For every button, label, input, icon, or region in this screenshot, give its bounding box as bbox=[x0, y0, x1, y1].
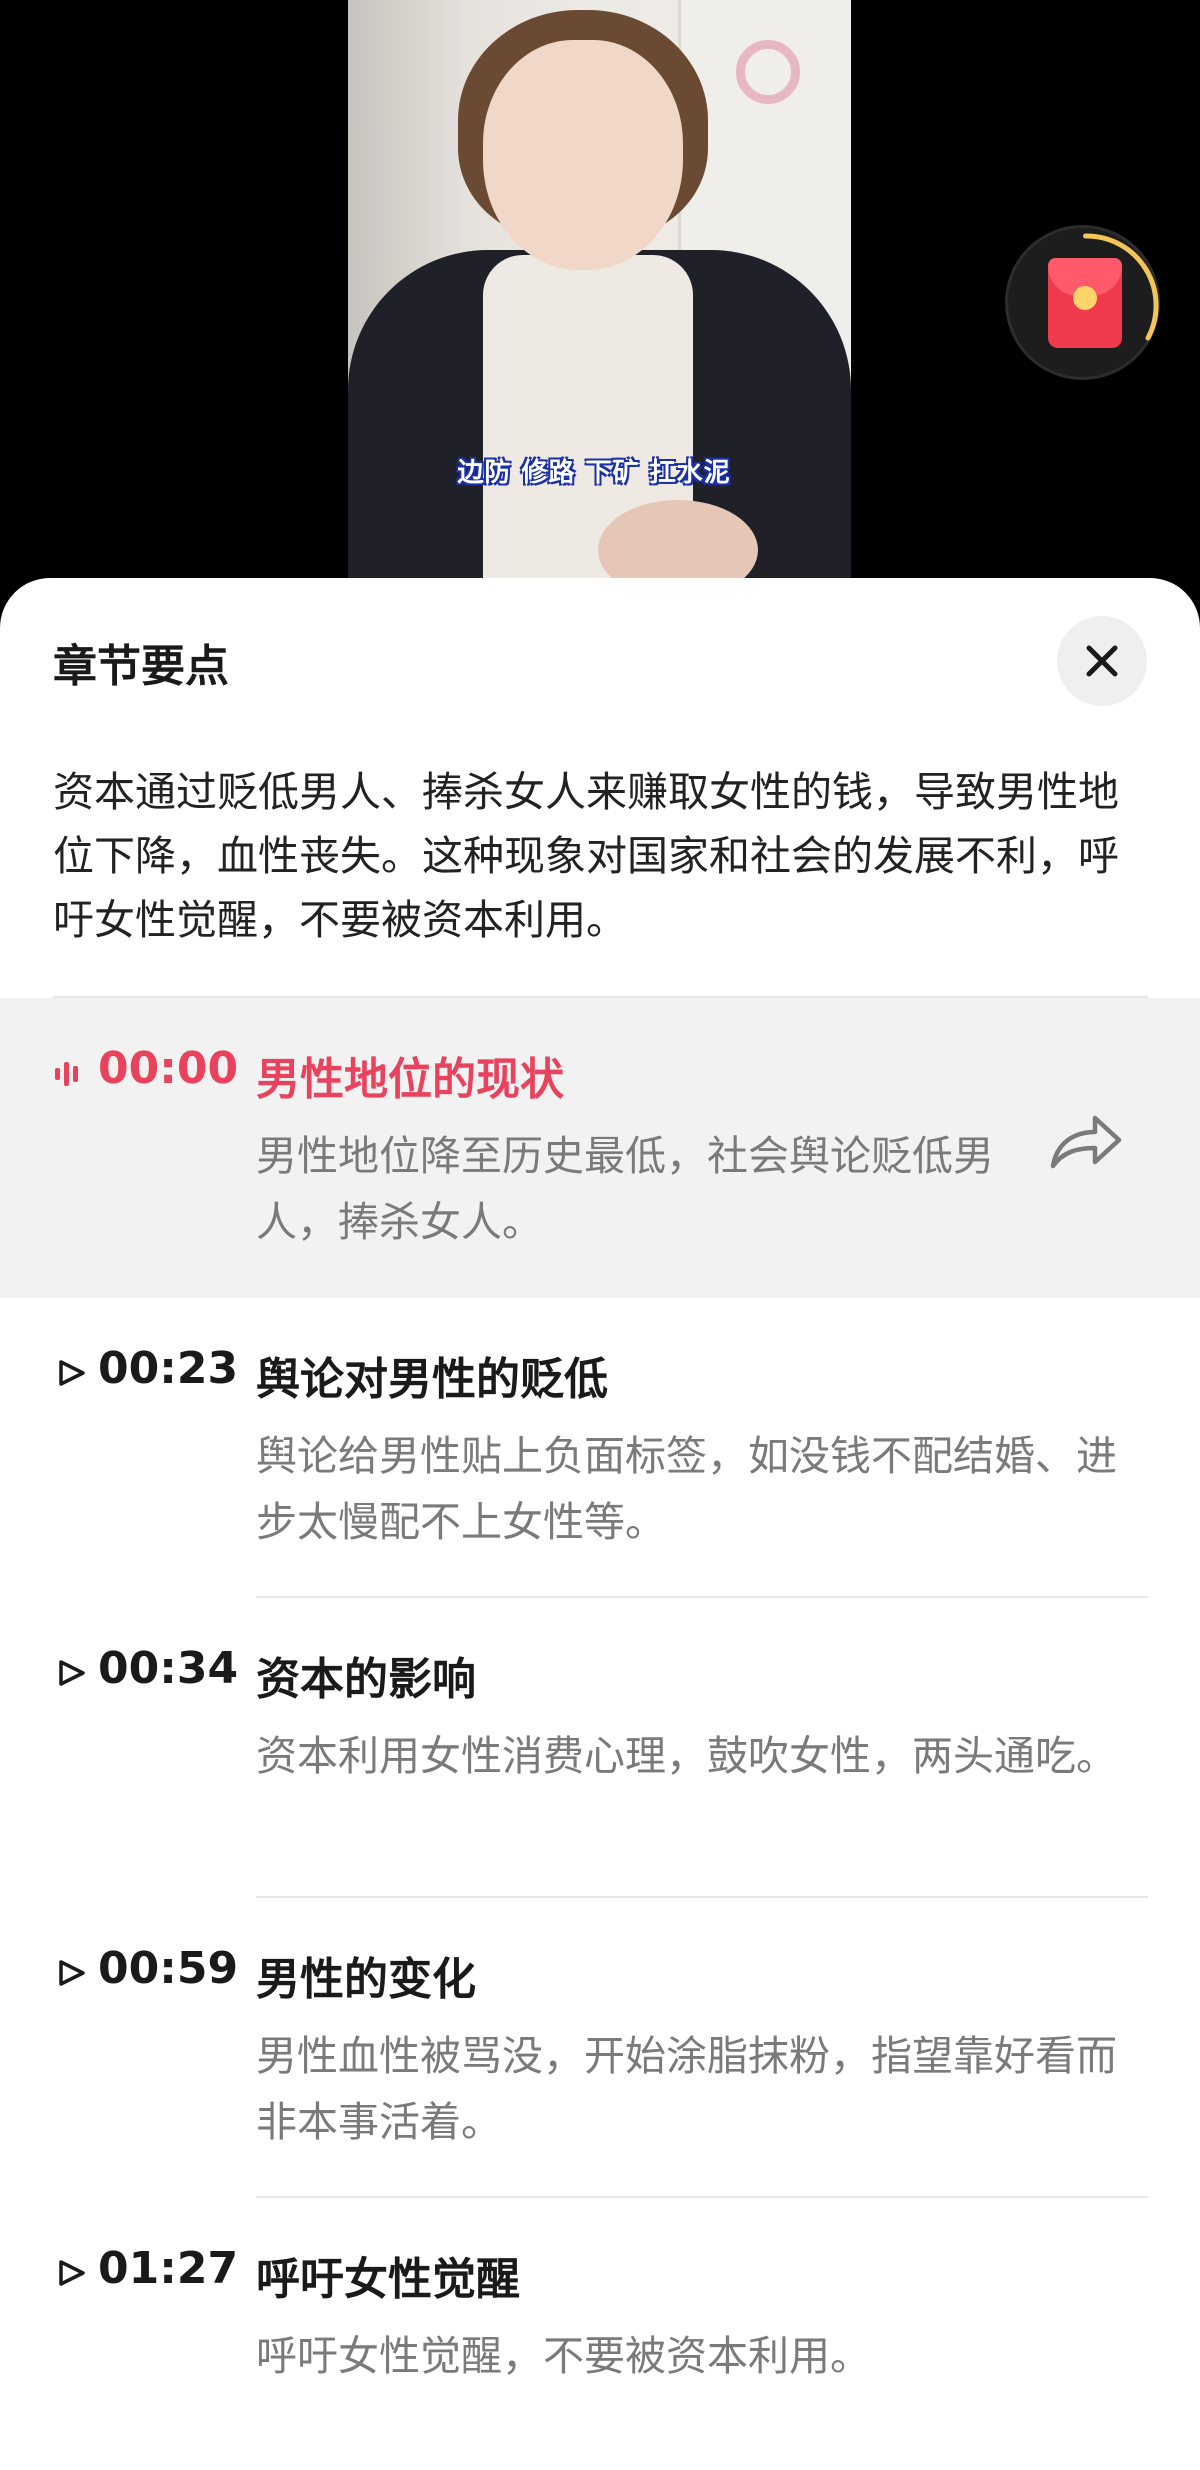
chapter-title: 男性地位的现状 bbox=[256, 1054, 564, 1105]
chapter-time: 01:27 bbox=[98, 2243, 239, 2294]
hanging-headset bbox=[736, 40, 800, 104]
chapter-summary-sheet: 章节要点 资本通过贬低男人、捧杀女人来赚取女性的钱，导致男性地位下降，血性丧失。… bbox=[0, 578, 1200, 2470]
chapter-item[interactable]: 00:34 资本的影响 资本利用女性消费心理，鼓吹女性，两头通吃。 bbox=[0, 1598, 1200, 1898]
chapter-item-active[interactable]: 00:00 男性地位的现状 男性地位降至历史最低，社会舆论贬低男人，捧杀女人。 bbox=[0, 998, 1200, 1298]
chapter-title: 舆论对男性的贬低 bbox=[256, 1354, 608, 1405]
chapter-description: 呼吁女性觉醒，不要被资本利用。 bbox=[256, 2332, 871, 2380]
play-triangle-icon bbox=[59, 2260, 85, 2286]
presenter-face bbox=[483, 40, 683, 270]
close-button[interactable] bbox=[1057, 616, 1147, 706]
chapter-description: 男性血性被骂没，开始涂脂抹粉，指望靠好看而非本事活着。 bbox=[256, 2032, 1117, 2146]
chapter-description: 男性地位降至历史最低，社会舆论贬低男人，捧杀女人。 bbox=[256, 1132, 994, 1246]
video-subtitle: 边防 修路 下矿 扛水泥 bbox=[457, 458, 731, 488]
share-arrow-icon[interactable] bbox=[1045, 1108, 1125, 1178]
chapter-time: 00:00 bbox=[98, 1043, 239, 1094]
chapter-item[interactable]: 00:23 舆论对男性的贬低 舆论给男性贴上负面标签，如没钱不配结婚、进步太慢配… bbox=[0, 1298, 1200, 1598]
chapter-title: 呼吁女性觉醒 bbox=[256, 2254, 520, 2305]
video-frame: 边防 修路 下矿 扛水泥 bbox=[348, 0, 851, 600]
audio-bars-icon bbox=[55, 1062, 78, 1086]
chapter-item[interactable]: 01:27 呼吁女性觉醒 呼吁女性觉醒，不要被资本利用。 bbox=[0, 2198, 1200, 2470]
chapter-description: 资本利用女性消费心理，鼓吹女性，两头通吃。 bbox=[256, 1732, 1117, 1780]
close-icon bbox=[1086, 645, 1118, 677]
chapter-title: 男性的变化 bbox=[256, 1954, 476, 2005]
video-player[interactable]: 边防 修路 下矿 扛水泥 bbox=[0, 0, 1200, 600]
play-triangle-icon bbox=[59, 1660, 85, 1686]
chapter-description: 舆论给男性贴上负面标签，如没钱不配结婚、进步太慢配不上女性等。 bbox=[256, 1432, 1117, 1546]
play-triangle-icon bbox=[59, 1360, 85, 1386]
chapter-title: 资本的影响 bbox=[256, 1654, 476, 1705]
summary-text: 资本通过贬低男人、捧杀女人来赚取女性的钱，导致男性地位下降，血性丧失。这种现象对… bbox=[53, 768, 1119, 944]
red-packet-button[interactable] bbox=[1005, 225, 1160, 380]
chapter-list: 00:00 男性地位的现状 男性地位降至历史最低，社会舆论贬低男人，捧杀女人。 … bbox=[0, 998, 1200, 2470]
chapter-item[interactable]: 00:59 男性的变化 男性血性被骂没，开始涂脂抹粉，指望靠好看而非本事活着。 bbox=[0, 1898, 1200, 2198]
sheet-title: 章节要点 bbox=[53, 641, 229, 692]
chapter-time: 00:23 bbox=[98, 1343, 239, 1394]
chapter-time: 00:59 bbox=[98, 1943, 239, 1994]
red-envelope-icon bbox=[1048, 258, 1122, 348]
chapter-time: 00:34 bbox=[98, 1643, 239, 1694]
play-triangle-icon bbox=[59, 1960, 85, 1986]
red-envelope-coin bbox=[1073, 286, 1097, 310]
